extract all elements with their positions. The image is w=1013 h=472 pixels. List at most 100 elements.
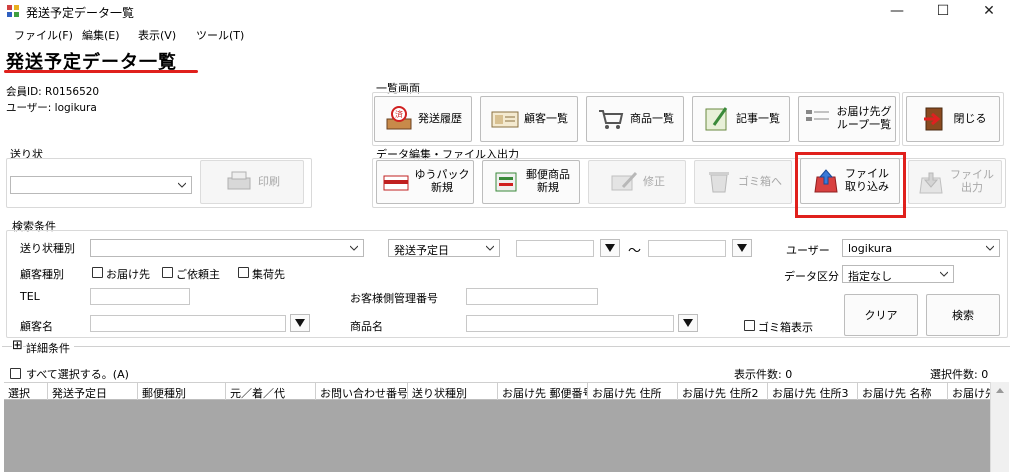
yu-pack-box-icon	[383, 175, 408, 191]
print-label: 印刷	[258, 174, 280, 188]
customer-name-picker-button[interactable]	[290, 314, 310, 332]
product-name-picker-button[interactable]	[678, 314, 698, 332]
close-screen-label: 閉じる	[953, 111, 987, 125]
customer-management-number-label: お客様側管理番号	[350, 292, 438, 305]
date-to-picker-button[interactable]	[732, 239, 752, 257]
file-import-icon	[814, 169, 838, 193]
print-button[interactable]: 印刷	[200, 160, 304, 204]
menu-file[interactable]: ファイル(F)	[14, 27, 73, 43]
yu-pack-new-button[interactable]: ゆうパック 新規	[376, 160, 474, 204]
printer-icon	[227, 171, 251, 190]
title-bar: 発送予定データ一覧 — ☐ ✕	[0, 0, 1013, 22]
chevron-down-icon	[940, 271, 948, 277]
grid-header: 選択 発送予定日 郵便種別 元／着／代 お問い合わせ番号 送り状種別 お届け先 …	[4, 382, 990, 401]
user-value: logikura	[848, 242, 893, 255]
menu-edit[interactable]: 編集(E)	[82, 27, 120, 43]
trash-display-checkbox[interactable]	[744, 320, 755, 331]
exit-door-icon	[923, 107, 942, 131]
product-name-input[interactable]	[466, 315, 674, 332]
move-to-trash-label: ゴミ箱へ	[738, 174, 782, 188]
triangle-down-icon	[605, 244, 615, 252]
menu-bar: ファイル(F) 編集(E) 表示(V) ツール(T)	[0, 24, 1013, 44]
delivery-group-list-label: お届け先グ ループ一覧	[836, 105, 892, 131]
tel-label: TEL	[20, 290, 40, 303]
date-field-select[interactable]: 発送予定日	[388, 239, 500, 257]
file-import-button[interactable]: ファイル 取り込み	[800, 158, 900, 204]
shipping-history-button[interactable]: 済 発送履歴	[374, 96, 472, 142]
delivery-group-icon	[805, 110, 829, 121]
column-header-postal-type[interactable]: 郵便種別	[138, 383, 226, 401]
search-button[interactable]: 検索	[926, 294, 1000, 336]
shipping-history-icon: 済	[386, 106, 412, 130]
svg-text:済: 済	[395, 109, 403, 119]
data-division-select[interactable]: 指定なし	[842, 265, 954, 283]
shipper-checkbox-label: 集荷先	[252, 268, 285, 281]
product-list-label: 商品一覧	[630, 111, 674, 125]
column-header-tracking-number[interactable]: お問い合わせ番号	[316, 383, 408, 401]
title-underline	[4, 70, 198, 73]
close-window-button[interactable]: ✕	[966, 0, 1012, 22]
customer-name-input[interactable]	[90, 315, 286, 332]
edit-button[interactable]: 修正	[588, 160, 686, 204]
chevron-down-icon	[986, 245, 994, 251]
column-header-delivery-address[interactable]: お届け先 住所	[588, 383, 678, 401]
close-screen-button[interactable]: 閉じる	[906, 96, 1000, 142]
postal-product-new-button[interactable]: 郵便商品 新規	[482, 160, 580, 204]
window-title: 発送予定データ一覧	[26, 6, 135, 20]
details-expand-icon[interactable]: ⊞	[12, 339, 23, 352]
date-from-picker-button[interactable]	[600, 239, 620, 257]
vertical-scrollbar[interactable]	[990, 382, 1009, 472]
delivery-group-list-button[interactable]: お届け先グ ループ一覧	[798, 96, 896, 142]
column-header-delivery-address3[interactable]: お届け先 住所3	[768, 383, 858, 401]
data-division-label: データ区分	[784, 270, 839, 283]
column-header-delivery-postal-code[interactable]: お届け先 郵便番号	[498, 383, 588, 401]
product-list-button[interactable]: 商品一覧	[586, 96, 684, 142]
select-all-checkbox[interactable]	[10, 368, 21, 379]
delivery-checkbox[interactable]	[92, 267, 103, 278]
column-header-invoice-type[interactable]: 送り状種別	[408, 383, 498, 401]
column-header-shipping-date[interactable]: 発送予定日	[48, 383, 138, 401]
customer-list-icon	[491, 111, 519, 128]
menu-tools[interactable]: ツール(T)	[196, 27, 244, 43]
menu-view[interactable]: 表示(V)	[138, 27, 176, 43]
date-to-input[interactable]	[648, 240, 726, 257]
article-list-button[interactable]: 記事一覧	[692, 96, 790, 142]
scroll-up-arrow-icon[interactable]	[996, 387, 1004, 393]
user-select[interactable]: logikura	[842, 239, 1000, 257]
file-export-label: ファイル 出力	[950, 168, 994, 194]
move-to-trash-button[interactable]: ゴミ箱へ	[694, 160, 792, 204]
column-header-origin-dest[interactable]: 元／着／代	[226, 383, 316, 401]
article-notebook-icon	[705, 107, 728, 131]
customer-list-button[interactable]: 顧客一覧	[480, 96, 578, 142]
minimize-button[interactable]: —	[874, 0, 920, 22]
data-division-value: 指定なし	[848, 270, 892, 283]
selected-count: 選択件数: 0	[930, 368, 989, 381]
date-from-input[interactable]	[516, 240, 594, 257]
user-info: ユーザー: logikura	[6, 102, 97, 114]
trash-display-label: ゴミ箱表示	[758, 321, 813, 334]
file-export-icon	[919, 172, 943, 194]
column-header-delivery-name[interactable]: お届け先 名称	[858, 383, 948, 401]
invoice-select[interactable]	[10, 176, 192, 194]
column-header-delivery-address2[interactable]: お届け先 住所2	[678, 383, 768, 401]
invoice-type-select[interactable]	[90, 239, 364, 257]
yu-pack-new-label: ゆうパック 新規	[414, 168, 470, 194]
details-label: 詳細条件	[26, 340, 74, 356]
requester-checkbox[interactable]	[162, 267, 173, 278]
product-name-label: 商品名	[350, 320, 383, 333]
customer-list-label: 顧客一覧	[524, 111, 568, 125]
postal-product-icon	[495, 172, 517, 192]
chevron-down-icon	[486, 245, 494, 251]
triangle-down-icon	[295, 319, 305, 327]
customer-type-label: 顧客種別	[20, 268, 64, 281]
maximize-button[interactable]: ☐	[920, 0, 966, 22]
shipper-checkbox[interactable]	[238, 267, 249, 278]
date-field-value: 発送予定日	[394, 244, 449, 257]
customer-management-number-input[interactable]	[466, 288, 598, 305]
clear-button[interactable]: クリア	[844, 294, 918, 336]
column-header-select[interactable]: 選択	[4, 383, 48, 401]
edit-label: 修正	[643, 174, 665, 188]
tel-input[interactable]	[90, 288, 190, 305]
column-header-delivery-more[interactable]: お届け先	[948, 383, 990, 401]
file-export-button[interactable]: ファイル 出力	[908, 160, 1002, 204]
